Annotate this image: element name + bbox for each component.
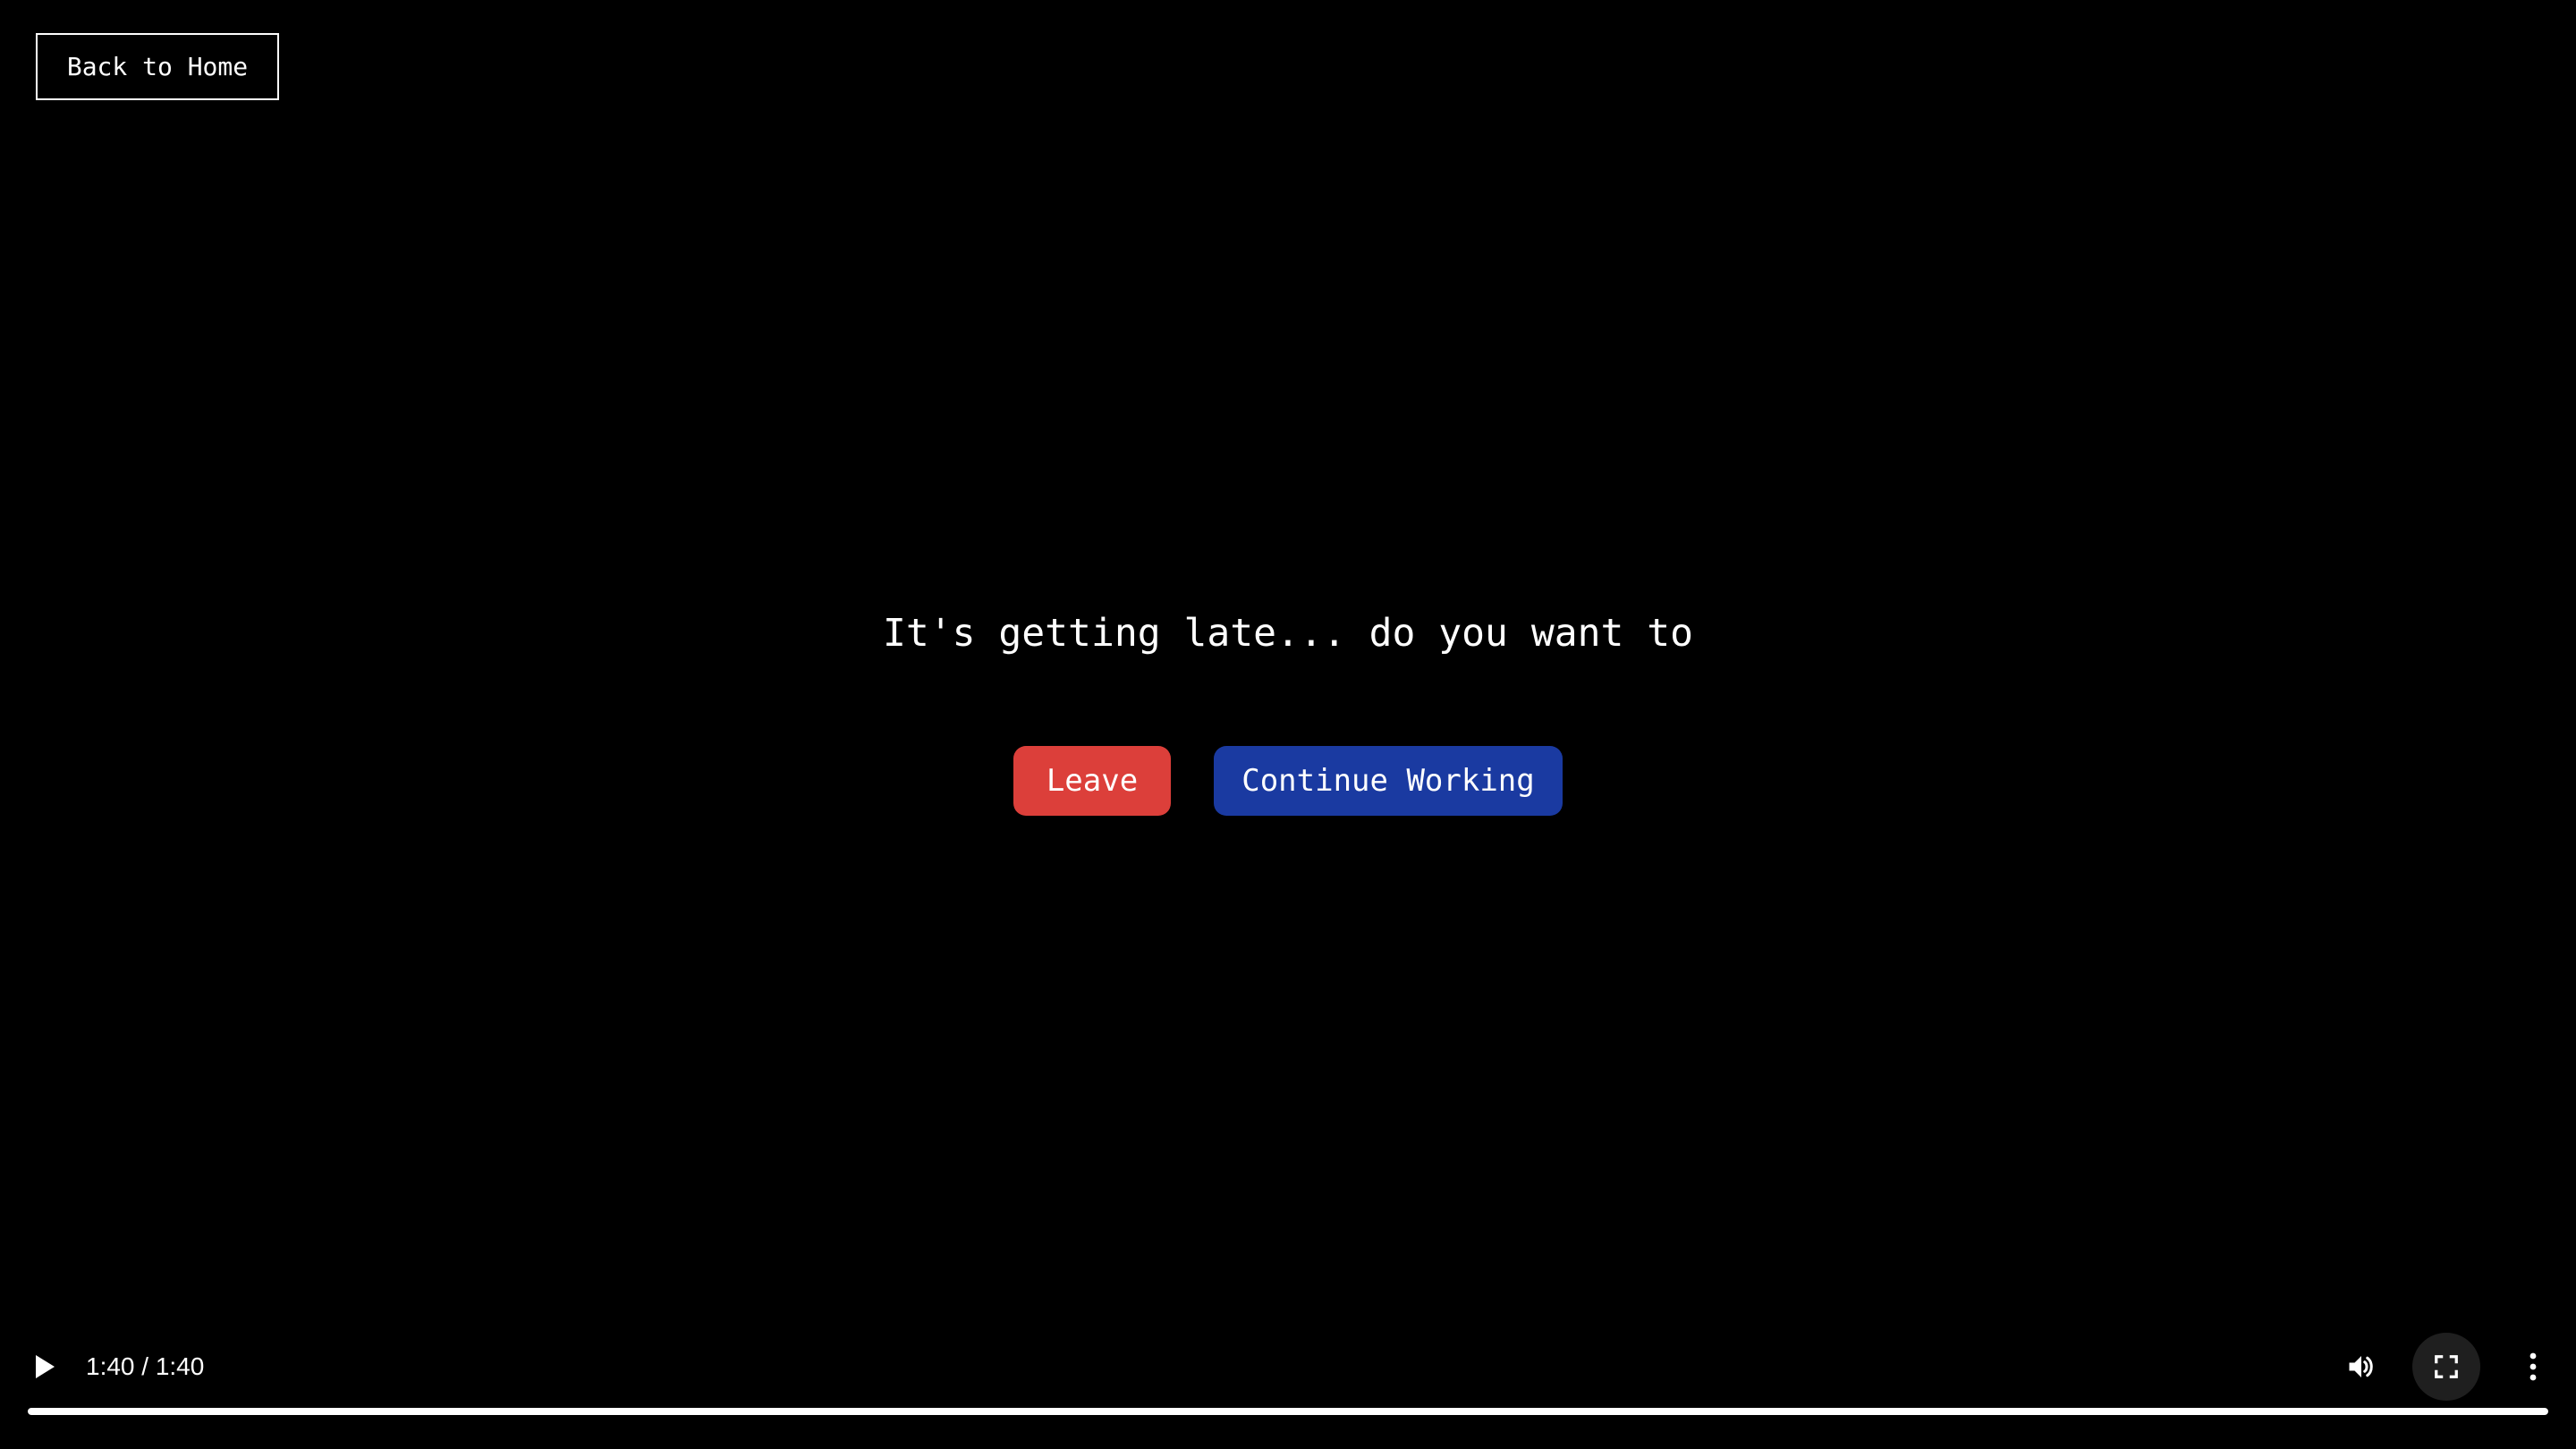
play-icon	[36, 1355, 55, 1378]
fullscreen-button[interactable]	[2412, 1333, 2480, 1401]
volume-button[interactable]	[2327, 1333, 2395, 1401]
leave-button[interactable]: Leave	[1013, 746, 1171, 816]
fullscreen-icon	[2435, 1355, 2458, 1378]
play-button[interactable]	[25, 1347, 64, 1386]
scene-prompt: It's getting late... do you want to	[882, 611, 1694, 656]
back-to-home-button[interactable]: Back to Home	[36, 33, 279, 100]
video-stage[interactable]: Back to Home It's getting late... do you…	[0, 0, 2576, 1449]
more-vertical-icon	[2529, 1352, 2537, 1381]
continue-working-button[interactable]: Continue Working	[1214, 746, 1563, 816]
volume-icon	[2349, 1356, 2373, 1377]
progress-fill	[28, 1408, 2548, 1415]
time-display: 1:40 / 1:40	[86, 1352, 205, 1380]
more-options-button[interactable]	[2499, 1333, 2567, 1401]
video-controls: 1:40 / 1:40	[0, 1324, 2576, 1449]
progress-bar[interactable]	[28, 1408, 2548, 1415]
